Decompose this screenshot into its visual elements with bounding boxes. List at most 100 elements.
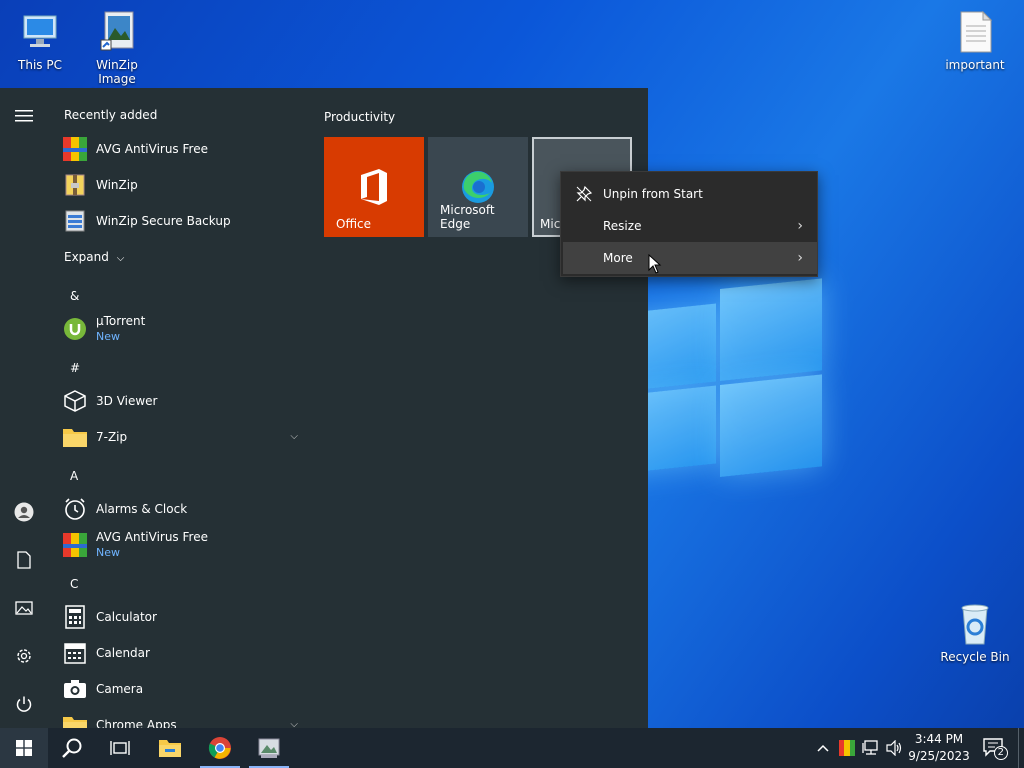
avg-tray-button[interactable]	[836, 728, 858, 768]
avg-icon	[62, 532, 88, 558]
app-winzip[interactable]: WinZip	[62, 167, 302, 203]
winzip-icon	[62, 172, 88, 198]
settings-gear-icon[interactable]	[12, 644, 36, 668]
app-label: 7-Zip	[96, 429, 128, 444]
app-label: AVG AntiVirus Free	[96, 141, 208, 156]
avg-icon	[62, 136, 88, 162]
app-label: AVG AntiVirus Free	[96, 530, 208, 544]
start-rail	[0, 88, 48, 728]
recycle-bin-icon	[961, 604, 989, 645]
app-winzip-secure-backup[interactable]: WinZip Secure Backup	[62, 203, 302, 239]
app-chrome-apps-folder[interactable]: Chrome Apps ⌵	[62, 707, 302, 728]
desktop-icon-winzip-image-manager[interactable]: WinZip Image Manager	[77, 10, 157, 100]
cube-icon	[62, 388, 88, 414]
mouse-cursor-icon	[648, 254, 662, 274]
app-avg-antivirus[interactable]: AVG AntiVirus Free New	[62, 527, 302, 563]
app-label: 3D Viewer	[96, 393, 158, 408]
app-calculator[interactable]: Calculator	[62, 599, 302, 635]
alarm-clock-icon	[62, 496, 88, 522]
new-badge: New	[96, 330, 120, 343]
office-icon	[361, 169, 387, 205]
app-label: WinZip Secure Backup	[96, 213, 231, 228]
camera-icon	[62, 676, 88, 702]
task-view-button[interactable]	[96, 728, 144, 768]
app-utorrent[interactable]: µTorrent New	[62, 311, 302, 347]
app-label: Chrome Apps	[96, 717, 177, 729]
winzip-backup-icon	[62, 208, 88, 234]
expand-button[interactable]: Expand ⌵	[64, 250, 124, 264]
tile-context-menu: Unpin from Start Resize › More ›	[560, 171, 818, 277]
pictures-icon[interactable]	[12, 596, 36, 620]
clock-button[interactable]: 3:44 PM 9/25/2023	[906, 731, 972, 765]
section-header-a[interactable]: A	[70, 469, 78, 483]
search-icon	[62, 738, 82, 758]
calculator-icon	[62, 604, 88, 630]
clock-time: 3:44 PM	[914, 732, 964, 746]
section-header-hash[interactable]: #	[70, 361, 80, 375]
app-label: WinZip	[96, 177, 138, 192]
app-calendar[interactable]: Calendar	[62, 635, 302, 671]
desktop-icon-this-pc[interactable]: This PC	[0, 10, 80, 72]
menu-item-label: Resize	[603, 219, 642, 233]
avg-icon	[839, 740, 855, 756]
task-view-icon	[110, 741, 130, 755]
start-button[interactable]	[0, 728, 48, 768]
tile-office[interactable]: Office	[324, 137, 424, 237]
recently-added-heading: Recently added	[64, 108, 158, 122]
tile-microsoft-edge[interactable]: Microsoft Edge	[428, 137, 528, 237]
action-center-button[interactable]: 2	[978, 728, 1010, 768]
file-explorer-button[interactable]	[146, 728, 194, 768]
show-hidden-icons-button[interactable]	[812, 728, 834, 768]
menu-item-unpin-from-start[interactable]: Unpin from Start	[563, 178, 817, 210]
image-manager-icon	[100, 11, 134, 51]
chevron-right-icon: ›	[797, 218, 803, 234]
taskbar: 3:44 PM 9/25/2023 2	[0, 728, 1024, 768]
desktop-icon-label: Recycle Bin	[940, 650, 1010, 664]
search-button[interactable]	[48, 728, 96, 768]
app-camera[interactable]: Camera	[62, 671, 302, 707]
notification-count-badge: 2	[993, 746, 1008, 760]
clock-date: 9/25/2023	[908, 749, 970, 763]
menu-item-resize[interactable]: Resize ›	[563, 210, 817, 242]
chevron-down-icon[interactable]: ⌵	[290, 719, 298, 728]
image-manager-taskbar-button[interactable]	[245, 728, 293, 768]
app-label: Calculator	[96, 609, 157, 624]
app-alarms-clock[interactable]: Alarms & Clock	[62, 491, 302, 527]
start-menu: Recently added AVG AntiVirus Free WinZip…	[0, 88, 648, 728]
app-list[interactable]: Recently added AVG AntiVirus Free WinZip…	[48, 88, 310, 728]
hamburger-menu-icon[interactable]	[12, 104, 36, 128]
app-7zip-folder[interactable]: 7-Zip ⌵	[62, 419, 302, 455]
tile-group-title[interactable]: Productivity	[324, 110, 395, 124]
documents-icon[interactable]	[12, 548, 36, 572]
desktop-icon-label: This PC	[18, 58, 62, 72]
folder-icon	[62, 712, 88, 728]
menu-item-label: Unpin from Start	[603, 187, 703, 201]
menu-item-more[interactable]: More ›	[563, 242, 817, 274]
new-badge: New	[96, 546, 120, 559]
app-label: Alarms & Clock	[96, 501, 188, 516]
chevron-down-icon[interactable]: ⌵	[290, 431, 298, 442]
file-explorer-icon	[159, 740, 181, 757]
desktop-icon-recycle-bin[interactable]: Recycle Bin	[935, 602, 1015, 664]
power-icon[interactable]	[12, 692, 36, 716]
calendar-icon	[62, 640, 88, 666]
chrome-taskbar-button[interactable]	[196, 728, 244, 768]
app-label: Calendar	[96, 645, 150, 660]
chrome-icon	[208, 737, 231, 759]
app-avg-antivirus-recent[interactable]: AVG AntiVirus Free	[62, 131, 302, 167]
show-desktop-button[interactable]	[1018, 728, 1024, 768]
section-header-ampersand[interactable]: &	[70, 289, 79, 303]
windows-logo-icon	[16, 740, 32, 756]
network-tray-button[interactable]	[860, 728, 882, 768]
section-header-c[interactable]: C	[70, 577, 78, 591]
computer-icon	[23, 15, 57, 47]
utorrent-icon	[62, 316, 88, 342]
app-3d-viewer[interactable]: 3D Viewer	[62, 383, 302, 419]
folder-icon	[62, 424, 88, 450]
edge-icon	[462, 171, 494, 203]
volume-tray-button[interactable]	[884, 728, 906, 768]
app-label: Camera	[96, 681, 144, 696]
desktop-icon-important[interactable]: important	[935, 10, 1015, 72]
chevron-up-icon	[817, 744, 829, 752]
user-account-icon[interactable]	[12, 500, 36, 524]
